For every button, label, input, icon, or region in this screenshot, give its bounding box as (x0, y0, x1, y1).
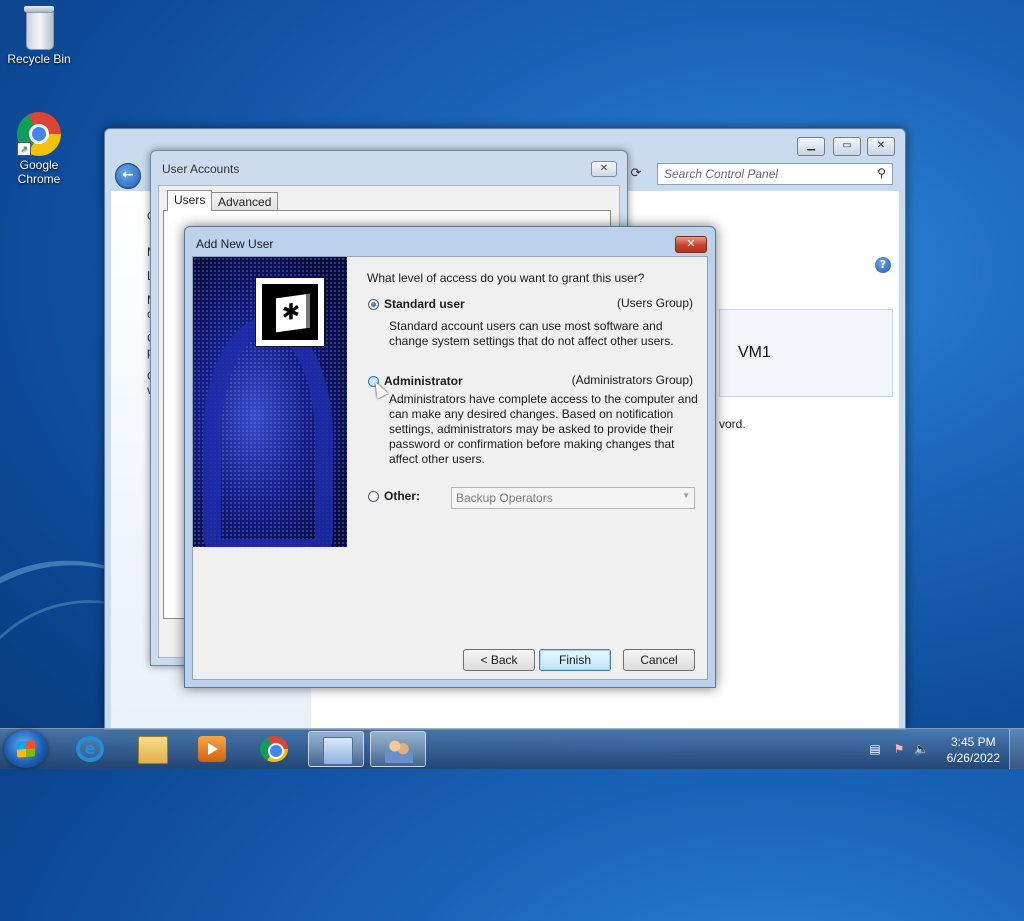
network-icon[interactable]: ▤ (868, 742, 882, 756)
finish-button[interactable]: Finish (539, 649, 611, 671)
desktop-icon-google-chrome[interactable]: ↗ Google Chrome (1, 112, 77, 186)
dialog-body: ✱ What level of access do you want to gr… (192, 256, 708, 680)
option-label-standard-user[interactable]: Standard user (384, 297, 465, 311)
wizard-banner-image: ✱ (193, 257, 347, 547)
option-label-other[interactable]: Other: (384, 489, 420, 503)
access-question: What level of access do you want to gran… (367, 271, 645, 285)
dialog-title: Add New User (196, 237, 274, 251)
taskbar-internet-explorer[interactable]: e (62, 731, 118, 767)
dialog-title: User Accounts (162, 162, 240, 176)
chrome-icon (260, 736, 288, 762)
option-group-users: (Users Group) (616, 296, 693, 310)
account-tile[interactable]: VM1 (719, 309, 893, 397)
windows-logo-icon (17, 740, 35, 758)
password-text-fragment: vord. (719, 417, 746, 431)
internet-explorer-icon: e (76, 736, 104, 762)
other-group-dropdown[interactable]: Backup Operators ▼ (451, 487, 695, 509)
chevron-down-icon: ▼ (682, 491, 690, 500)
search-placeholder: Search Control Panel (664, 167, 779, 181)
search-icon[interactable]: ⚲ (877, 166, 886, 180)
back-button[interactable]: < Back (463, 649, 535, 671)
taskbar-user-accounts[interactable] (370, 731, 426, 767)
radio-standard-user[interactable] (368, 299, 379, 310)
help-icon[interactable]: ? (875, 257, 891, 273)
search-input[interactable]: Search Control Panel ⚲ (657, 163, 893, 185)
key-icon: ✱ (255, 277, 325, 347)
taskbar-control-panel[interactable] (308, 731, 364, 767)
clock[interactable]: 3:45 PM 6/26/2022 (947, 734, 1000, 766)
option-label-administrator[interactable]: Administrator (384, 374, 463, 388)
option-description-administrator: Administrators have complete access to t… (389, 392, 698, 466)
start-button[interactable] (4, 730, 48, 768)
taskbar: e ▤ ⚑ 🔈 3:45 PM 6/26/2022 (0, 728, 1024, 769)
clock-date: 6/26/2022 (946, 751, 1000, 765)
dropdown-value: Backup Operators (456, 491, 553, 505)
show-desktop-button[interactable] (1009, 729, 1024, 769)
desktop-icon-recycle-bin[interactable]: Recycle Bin (1, 6, 77, 66)
shortcut-arrow-icon: ↗ (17, 142, 31, 156)
media-player-icon (198, 736, 226, 762)
add-new-user-dialog: Add New User ✕ ✱ What level of access do… (184, 226, 716, 688)
minimize-button[interactable]: ▁ (797, 137, 825, 156)
tab-users[interactable]: Users (167, 190, 213, 211)
folder-icon (138, 736, 168, 764)
refresh-icon[interactable]: ⟳ (625, 163, 647, 185)
desktop-icon-label: Recycle Bin (7, 52, 71, 66)
tab-advanced[interactable]: Advanced (211, 192, 279, 211)
taskbar-chrome[interactable] (246, 731, 302, 767)
close-icon[interactable]: ✕ (591, 161, 617, 177)
clock-time: 3:45 PM (950, 735, 996, 749)
desktop-icon-label: Google Chrome (17, 158, 61, 186)
option-description-standard-user: Standard account users can use most soft… (389, 319, 674, 348)
users-icon (385, 737, 413, 763)
maximize-button[interactable]: ▭ (833, 137, 861, 156)
option-group-administrators: (Administrators Group) (571, 373, 693, 387)
close-button[interactable]: ✕ (675, 236, 707, 253)
cancel-button[interactable]: Cancel (623, 649, 695, 671)
taskbar-media-player[interactable] (184, 731, 240, 767)
volume-icon[interactable]: 🔈 (914, 742, 929, 756)
radio-other[interactable] (368, 491, 379, 502)
chrome-icon: ↗ (17, 112, 61, 156)
account-name: VM1 (738, 344, 771, 361)
back-arrow-icon[interactable]: ← (115, 163, 141, 189)
action-center-flag-icon[interactable]: ⚑ (892, 742, 906, 756)
recycle-bin-icon (22, 6, 56, 50)
taskbar-file-explorer[interactable] (124, 731, 180, 767)
close-button[interactable]: ✕ (867, 137, 895, 156)
control-panel-icon (323, 737, 353, 765)
